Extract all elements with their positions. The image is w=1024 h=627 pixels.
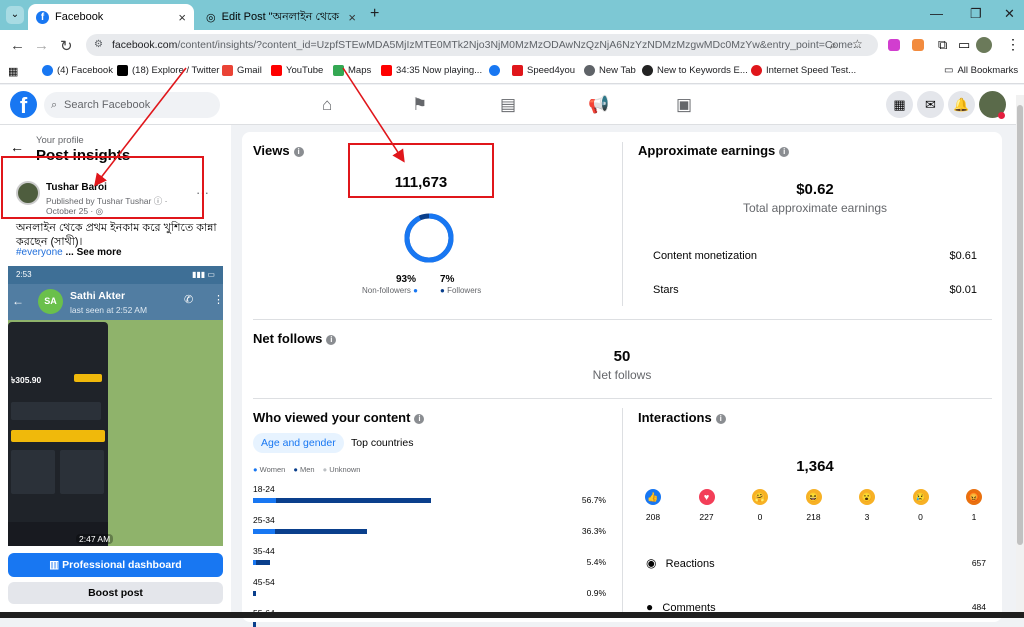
annotation-arrows — [94, 67, 405, 187]
scrollbar[interactable] — [1016, 95, 1024, 618]
taskbar — [0, 612, 1024, 618]
scrollbar-thumb[interactable] — [1017, 105, 1023, 545]
men-bar — [253, 622, 256, 627]
